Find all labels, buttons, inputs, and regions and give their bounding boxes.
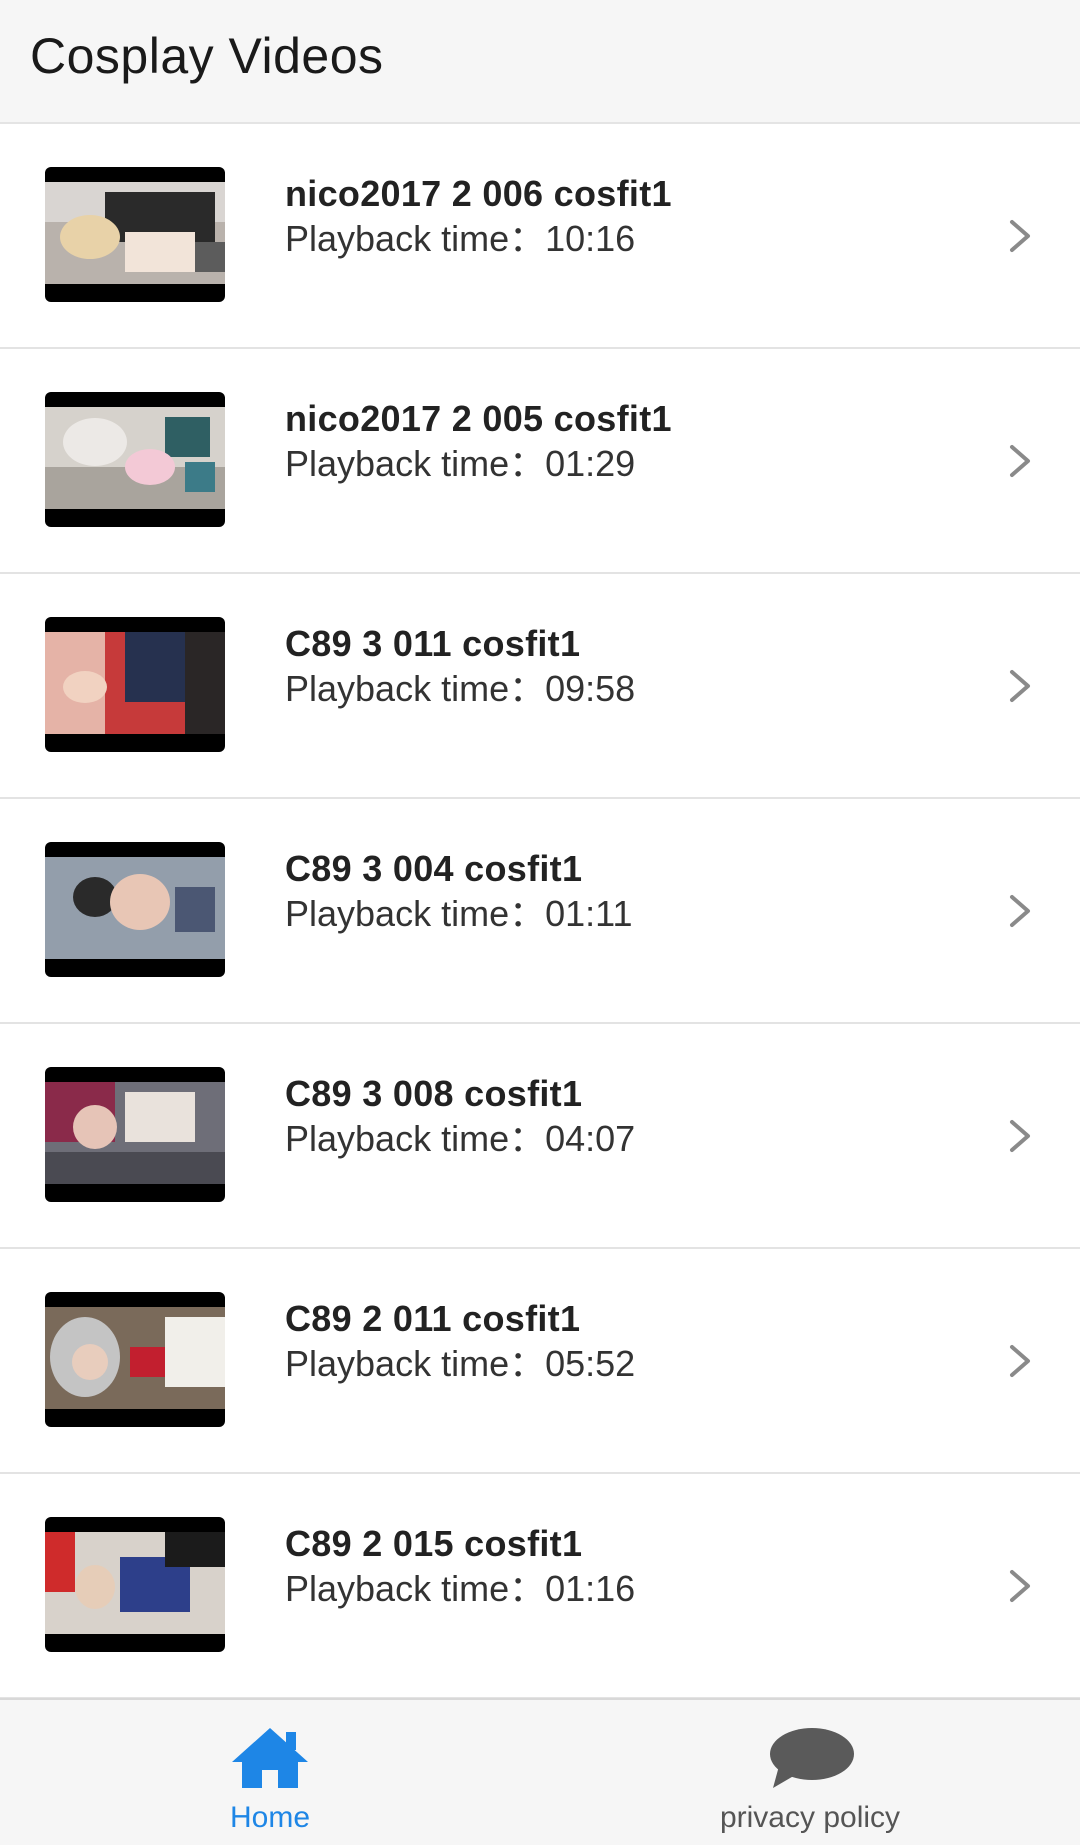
tab-home-label: Home — [229, 1801, 311, 1834]
video-title: C89 3 004 cosfit1 — [285, 848, 583, 889]
chevron-right-icon — [1010, 1570, 1030, 1602]
chevron-right-icon — [1010, 1120, 1030, 1152]
chevron-right-icon — [1010, 445, 1030, 477]
chevron-right-icon — [1010, 220, 1030, 252]
app-root: Cosplay Videos nico2017 2 006 cosfit1 Pl… — [0, 0, 1080, 1845]
video-list-item[interactable]: C89 2 015 cosfit1 Playback time：01:16 — [0, 1474, 1080, 1698]
video-list-item[interactable]: C89 3 004 cosfit1 Playback time：01:11 — [0, 799, 1080, 1024]
tab-home[interactable]: Home — [0, 1700, 540, 1845]
video-title: nico2017 2 006 cosfit1 — [285, 173, 672, 214]
video-thumbnail — [45, 617, 225, 752]
video-playback-time: Playback time：05:52 — [285, 1343, 636, 1384]
video-list[interactable]: nico2017 2 006 cosfit1 Playback time：10:… — [0, 124, 1080, 1698]
video-playback-time: Playback time：01:29 — [285, 443, 636, 484]
bottom-tab-bar: Home privacy policy — [0, 1698, 1080, 1845]
video-playback-time: Playback time：09:58 — [285, 668, 636, 709]
video-title: C89 3 008 cosfit1 — [285, 1073, 583, 1114]
speech-bubble-icon — [770, 1728, 854, 1788]
video-list-item[interactable]: C89 2 011 cosfit1 Playback time：05:52 — [0, 1249, 1080, 1474]
video-playback-time: Playback time：04:07 — [285, 1118, 636, 1159]
video-thumbnail — [45, 842, 225, 977]
video-playback-time: Playback time：10:16 — [285, 218, 636, 259]
chevron-right-icon — [1010, 895, 1030, 927]
home-icon — [232, 1728, 308, 1788]
video-thumbnail — [45, 1517, 225, 1652]
video-playback-time: Playback time：01:16 — [285, 1568, 636, 1609]
video-title: C89 3 011 cosfit1 — [285, 623, 581, 664]
video-list-item[interactable]: nico2017 2 006 cosfit1 Playback time：10:… — [0, 124, 1080, 349]
video-list-item[interactable]: C89 3 008 cosfit1 Playback time：04:07 — [0, 1024, 1080, 1249]
video-list-item[interactable]: C89 3 011 cosfit1 Playback time：09:58 — [0, 574, 1080, 799]
page-title: Cosplay Videos — [30, 28, 384, 84]
tab-privacy-policy[interactable]: privacy policy — [540, 1700, 1080, 1845]
video-thumbnail — [45, 1067, 225, 1202]
video-thumbnail — [45, 167, 225, 302]
video-thumbnail — [45, 392, 225, 527]
video-title: C89 2 011 cosfit1 — [285, 1298, 581, 1339]
video-list-item[interactable]: nico2017 2 005 cosfit1 Playback time：01:… — [0, 349, 1080, 574]
video-playback-time: Playback time：01:11 — [285, 893, 633, 934]
video-title: nico2017 2 005 cosfit1 — [285, 398, 672, 439]
chevron-right-icon — [1010, 670, 1030, 702]
tab-privacy-policy-label: privacy policy — [719, 1801, 901, 1834]
app-header: Cosplay Videos — [0, 0, 1080, 124]
video-title: C89 2 015 cosfit1 — [285, 1523, 583, 1564]
chevron-right-icon — [1010, 1345, 1030, 1377]
video-thumbnail — [45, 1292, 225, 1427]
